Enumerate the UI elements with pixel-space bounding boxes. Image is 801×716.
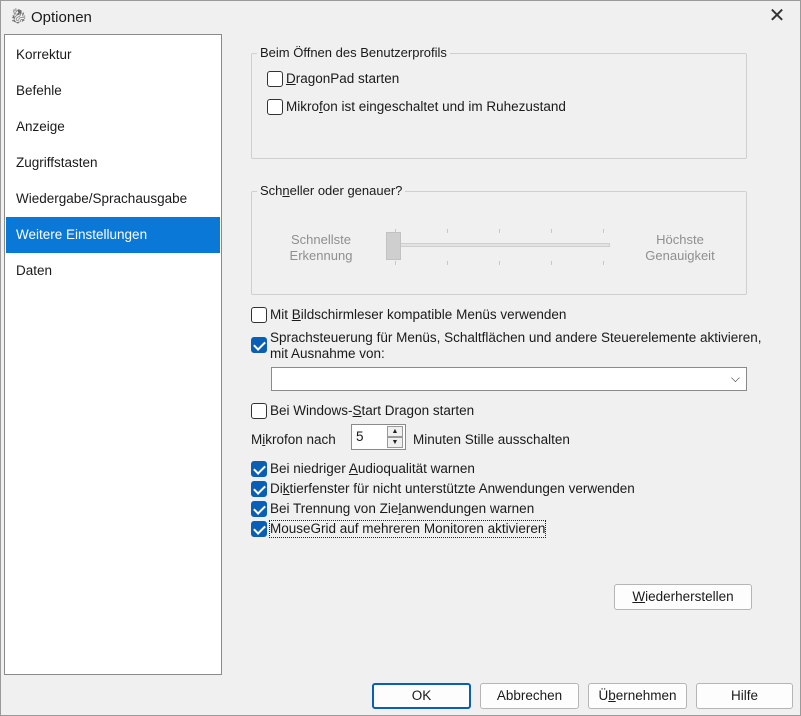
slider-tick bbox=[447, 229, 448, 233]
dictation-window-label: Diktierfenster für nicht unterstützte An… bbox=[270, 481, 635, 496]
window-title: Optionen bbox=[31, 9, 92, 26]
sidebar-item-befehle[interactable]: Befehle bbox=[6, 73, 220, 109]
mic-minutes-spinner[interactable]: 5 ▲ ▼ bbox=[351, 424, 406, 450]
profile-open-legend: Beim Öffnen des Benutzerprofils bbox=[257, 45, 450, 60]
dragonpad-label: DragonPad starten bbox=[286, 71, 400, 86]
disconnect-warning-label: Bei Trennung von Zielanwendungen warnen bbox=[270, 501, 535, 516]
voice-control-label: Sprachsteuerung für Menüs, Schaltflächen… bbox=[270, 330, 762, 361]
exception-dropdown[interactable]: ⌵︎ bbox=[271, 367, 747, 391]
sidebar-item-anzeige[interactable]: Anzeige bbox=[6, 109, 220, 145]
mic-sleep-label: Mikrofon ist eingeschaltet und im Ruhezu… bbox=[286, 99, 566, 114]
cancel-button[interactable]: Abbrechen bbox=[480, 683, 579, 709]
slider-tick bbox=[551, 229, 552, 233]
highest-accuracy-label: Höchste Genauigkeit bbox=[645, 232, 715, 263]
mic-sleep-checkbox[interactable] bbox=[267, 99, 283, 115]
low-audio-label: Bei niedriger Audioqualität warnen bbox=[270, 461, 475, 476]
screenreader-option[interactable]: Mit Bildschirmleser kompatible Menüs ver… bbox=[251, 307, 566, 323]
disconnect-warning-checkbox[interactable] bbox=[251, 501, 267, 517]
windows-start-option[interactable]: Bei Windows-Start Dragon starten bbox=[251, 403, 474, 419]
restore-button[interactable]: Wiederherstellen bbox=[614, 584, 752, 610]
mic-off-suffix-label: Minuten Stille ausschalten bbox=[413, 432, 570, 447]
help-button[interactable]: Hilfe bbox=[696, 683, 793, 709]
slider-tick bbox=[395, 261, 396, 265]
slider-tick bbox=[499, 229, 500, 233]
screenreader-label: Mit Bildschirmleser kompatible Menüs ver… bbox=[270, 307, 567, 322]
mousegrid-option[interactable]: MouseGrid auf mehreren Monitoren aktivie… bbox=[251, 520, 547, 538]
close-button[interactable]: ✕ bbox=[762, 5, 792, 29]
fastest-recognition-label: Schnellste Erkennung bbox=[289, 232, 353, 263]
voice-control-option[interactable]: Sprachsteuerung für Menüs, Schaltflächen… bbox=[251, 330, 762, 362]
mousegrid-label: MouseGrid auf mehreren Monitoren aktivie… bbox=[268, 520, 547, 538]
speed-accuracy-legend: Schneller oder genauer? bbox=[257, 183, 406, 198]
sidebar-item-korrektur[interactable]: Korrektur bbox=[6, 37, 220, 73]
mic-off-prefix-label: Mikrofon nach bbox=[251, 432, 336, 447]
slider-tick bbox=[447, 261, 448, 265]
chevron-down-icon[interactable]: ⌵︎ bbox=[731, 371, 740, 386]
spin-down-icon[interactable]: ▼ bbox=[387, 437, 403, 448]
windows-start-checkbox[interactable] bbox=[251, 403, 267, 419]
dragonpad-option[interactable]: DragonPad starten bbox=[267, 71, 399, 87]
dictation-window-option[interactable]: Diktierfenster für nicht unterstützte An… bbox=[251, 481, 635, 497]
spin-up-icon[interactable]: ▲ bbox=[387, 426, 403, 437]
slider-tick bbox=[603, 229, 604, 233]
sidebar-item-weitere-einstellungen[interactable]: Weitere Einstellungen bbox=[6, 217, 220, 253]
slider-tick bbox=[499, 261, 500, 265]
dragonpad-checkbox[interactable] bbox=[267, 71, 283, 87]
ok-button[interactable]: OK bbox=[372, 683, 471, 709]
low-audio-option[interactable]: Bei niedriger Audioqualität warnen bbox=[251, 461, 475, 477]
disconnect-warning-option[interactable]: Bei Trennung von Zielanwendungen warnen bbox=[251, 501, 534, 517]
slider-thumb[interactable] bbox=[386, 232, 401, 260]
mousegrid-checkbox[interactable] bbox=[251, 521, 267, 537]
sidebar-item-daten[interactable]: Daten bbox=[6, 253, 220, 289]
screenreader-checkbox[interactable] bbox=[251, 307, 267, 323]
slider-tick bbox=[603, 261, 604, 265]
dictation-window-checkbox[interactable] bbox=[251, 481, 267, 497]
voice-control-checkbox[interactable] bbox=[251, 337, 267, 353]
sidebar-item-wiedergabe[interactable]: Wiedergabe/Sprachausgabe bbox=[6, 181, 220, 217]
windows-start-label: Bei Windows-Start Dragon starten bbox=[270, 403, 475, 418]
mic-minutes-value[interactable]: 5 bbox=[356, 429, 364, 444]
category-list: Korrektur Befehle Anzeige Zugriffstasten… bbox=[4, 34, 222, 675]
options-dialog: 🐉︎ Optionen ✕ Korrektur Befehle Anzeige … bbox=[0, 0, 801, 716]
slider-track[interactable] bbox=[393, 243, 610, 247]
low-audio-checkbox[interactable] bbox=[251, 461, 267, 477]
dragon-app-icon: 🐉︎ bbox=[9, 8, 29, 25]
slider-tick bbox=[551, 261, 552, 265]
mic-sleep-option[interactable]: Mikrofon ist eingeschaltet und im Ruhezu… bbox=[267, 99, 566, 115]
sidebar-item-zugriffstasten[interactable]: Zugriffstasten bbox=[6, 145, 220, 181]
title-bar: 🐉︎ Optionen ✕ bbox=[1, 1, 800, 33]
apply-button[interactable]: Übernehmen bbox=[588, 683, 687, 709]
